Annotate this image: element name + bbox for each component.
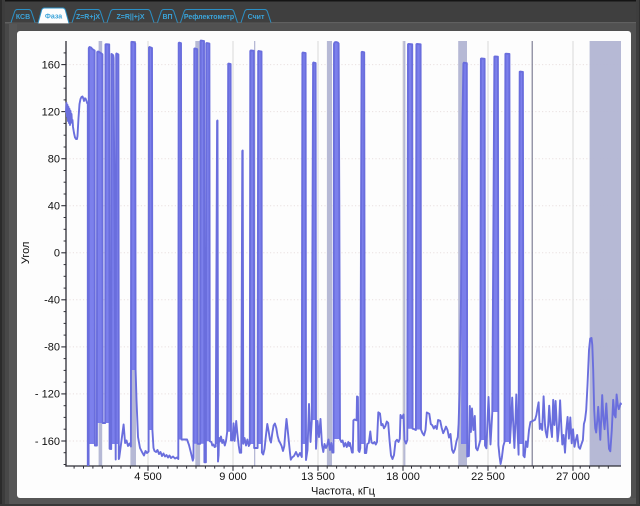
svg-text:18 000: 18 000 [386,471,420,483]
svg-text:Счит: Счит [248,14,265,21]
svg-text:ВП: ВП [162,14,172,21]
svg-text:-80: -80 [44,342,60,354]
svg-text:- 160: - 160 [35,436,60,448]
svg-text:Рефлектометр: Рефлектометр [184,14,234,21]
svg-text:- 120: - 120 [35,389,60,401]
svg-text:27 000: 27 000 [556,471,590,483]
svg-text:Z=R+jX: Z=R+jX [76,14,100,21]
svg-text:0: 0 [54,248,60,260]
svg-text:Угол: Угол [20,242,32,265]
svg-text:4 500: 4 500 [134,471,162,483]
svg-text:-40: -40 [44,295,60,307]
svg-text:22 500: 22 500 [471,471,505,483]
svg-text:13 500: 13 500 [301,471,335,483]
svg-text:40: 40 [48,201,60,213]
svg-text:Частота, кГц: Частота, кГц [311,486,376,498]
svg-text:9 000: 9 000 [219,471,247,483]
svg-text:Фаза: Фаза [45,14,62,21]
svg-text:КСВ: КСВ [16,14,30,21]
svg-text:120: 120 [42,106,60,118]
svg-text:80: 80 [48,154,60,166]
svg-text:160: 160 [42,59,60,71]
svg-text:Z=R||+jX: Z=R||+jX [116,14,144,21]
